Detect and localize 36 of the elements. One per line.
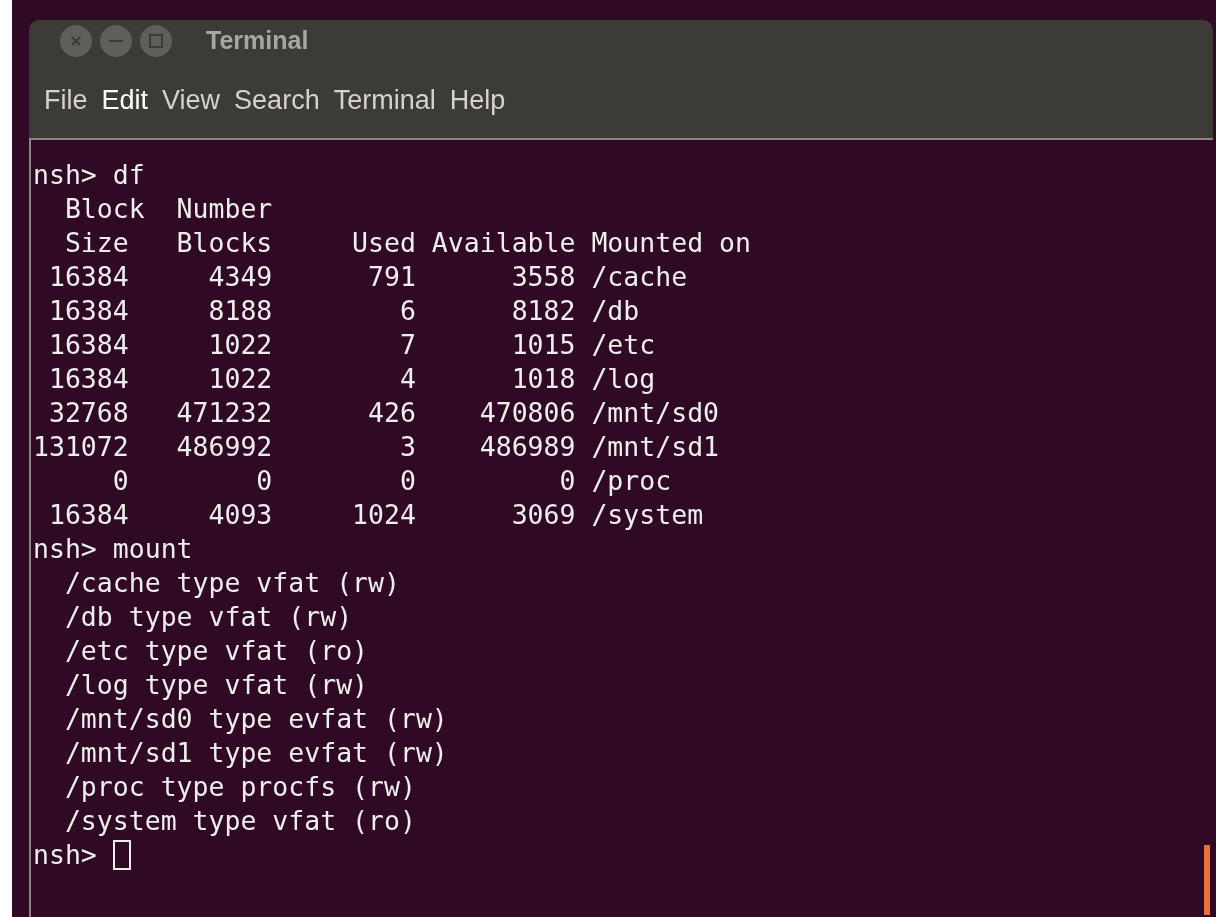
menu-item[interactable]: Search: [232, 79, 322, 121]
terminal-line: /mnt/sd1 type evfat (rw): [63, 736, 448, 770]
close-button[interactable]: [60, 25, 92, 57]
menu-item[interactable]: Help: [447, 79, 508, 121]
terminal-line: 16384 8188 6 8182 /db: [47, 294, 640, 328]
terminal-line: 16384 1022 7 1015 /etc: [47, 328, 656, 362]
menu-item[interactable]: View: [160, 79, 223, 121]
scrollbar-thumb: [1204, 845, 1210, 915]
terminal-line: 16384 4349 791 3558 /cache: [47, 260, 688, 294]
menu-item[interactable]: Edit: [99, 79, 151, 121]
terminal-line: 16384 4093 1024 3069 /system: [47, 498, 704, 532]
maximize-icon: [149, 34, 163, 48]
window-title: Terminal: [206, 25, 309, 57]
text-cursor: [112, 840, 131, 870]
terminal-line: /log type vfat (rw): [63, 668, 369, 702]
terminal-line: nsh> mount: [33, 532, 193, 566]
terminal-line: 131072 486992 3 486989 /mnt/sd1: [33, 430, 720, 464]
terminal-line: 32768 471232 426 470806 /mnt/sd0: [47, 396, 720, 430]
terminal-line: Block Number: [63, 192, 273, 226]
maximize-button[interactable]: [140, 25, 172, 57]
minimize-button[interactable]: [100, 25, 132, 57]
terminal-line: 16384 1022 4 1018 /log: [47, 362, 656, 396]
terminal-line: /cache type vfat (rw): [63, 566, 400, 600]
terminal-line: nsh> df: [33, 158, 145, 192]
terminal-line: /db type vfat (rw): [63, 600, 353, 634]
terminal-line: /proc type procfs (rw): [63, 770, 416, 804]
menu-item[interactable]: File: [42, 79, 90, 121]
close-icon: [70, 35, 82, 47]
menu-item[interactable]: Terminal: [331, 79, 438, 121]
terminal-line: /system type vfat (ro): [63, 804, 416, 838]
terminal-line: /mnt/sd0 type evfat (rw): [63, 702, 448, 736]
terminal-prompt: nsh>: [33, 838, 97, 872]
terminal-line: /etc type vfat (ro): [63, 634, 369, 668]
terminal-line: Size Blocks Used Available Mounted on: [63, 226, 751, 260]
minimize-icon: [109, 40, 123, 42]
terminal-line: 0 0 0 0 /proc: [111, 464, 672, 498]
